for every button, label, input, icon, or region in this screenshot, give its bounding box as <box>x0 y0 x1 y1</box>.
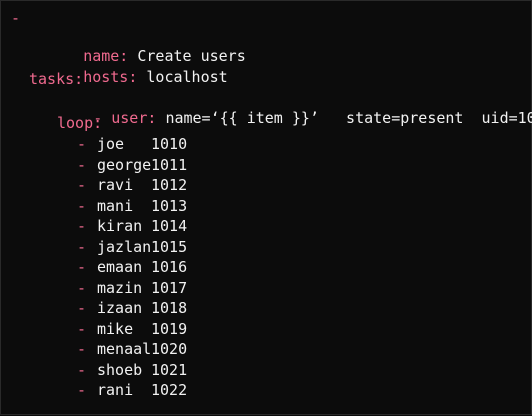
loop-item-dash: - <box>77 278 87 297</box>
loop-item-uid: 1016 <box>151 258 188 276</box>
loop-item-dash: - <box>77 299 87 317</box>
hosts-key: hosts: <box>83 68 138 86</box>
loop-item-uid: 1018 <box>151 299 188 317</box>
user-args: name=‘{{ item }}’ state=present uid=1010 <box>165 109 532 127</box>
loop-item-uid: 1011 <box>151 155 188 174</box>
loop-item-username: jazlan <box>97 237 152 256</box>
loop-item-uid: 1012 <box>151 176 188 194</box>
loop-item-uid: 1014 <box>151 217 188 235</box>
loop-item-uid: 1021 <box>151 360 188 379</box>
loop-item-dash: - <box>77 155 87 174</box>
loop-item-username: menaal <box>97 340 152 358</box>
user-key: user: <box>111 109 157 127</box>
loop-item-uid: 1022 <box>151 381 188 399</box>
loop-item-dash: - <box>77 258 87 276</box>
loop-item-username: emaan <box>97 258 143 276</box>
loop-key: loop: <box>57 114 103 132</box>
loop-item-uid: 1017 <box>151 278 188 297</box>
loop-item-username: mike <box>97 319 134 338</box>
loop-item-dash: - <box>77 340 87 358</box>
loop-item-username: rani <box>97 381 134 399</box>
loop-item-uid: 1019 <box>151 319 188 338</box>
loop-item-username: shoeb <box>97 360 143 379</box>
loop-item-dash: - <box>77 237 87 256</box>
yaml-playbook: - name: Create users hosts: localhost ta… <box>1 1 532 416</box>
document-start-dash: - <box>11 9 21 27</box>
loop-item-uid: 1013 <box>151 196 188 215</box>
loop-item-uid: 1015 <box>151 237 188 256</box>
loop-item-username: joe <box>97 135 125 153</box>
loop-item-username: mani <box>97 196 134 215</box>
loop-item-username: ravi <box>97 176 134 194</box>
loop-item-dash: - <box>77 360 87 379</box>
tasks-key: tasks: <box>29 70 84 88</box>
loop-item-dash: - <box>77 135 87 153</box>
loop-item-uid: 1020 <box>151 340 188 358</box>
loop-item-dash: - <box>77 319 87 338</box>
loop-item-uid: 1010 <box>151 135 188 153</box>
loop-item-dash: - <box>77 217 87 235</box>
code-viewer: - name: Create users hosts: localhost ta… <box>0 0 532 415</box>
loop-item-username: kiran <box>97 217 143 235</box>
loop-item-username: mazin <box>97 278 143 297</box>
loop-item-dash: - <box>77 196 87 215</box>
loop-item-username: george <box>97 155 152 174</box>
loop-item-dash: - <box>77 381 87 399</box>
hosts-value: localhost <box>146 68 228 86</box>
loop-item-dash: - <box>77 176 87 194</box>
loop-item-username: izaan <box>97 299 143 317</box>
